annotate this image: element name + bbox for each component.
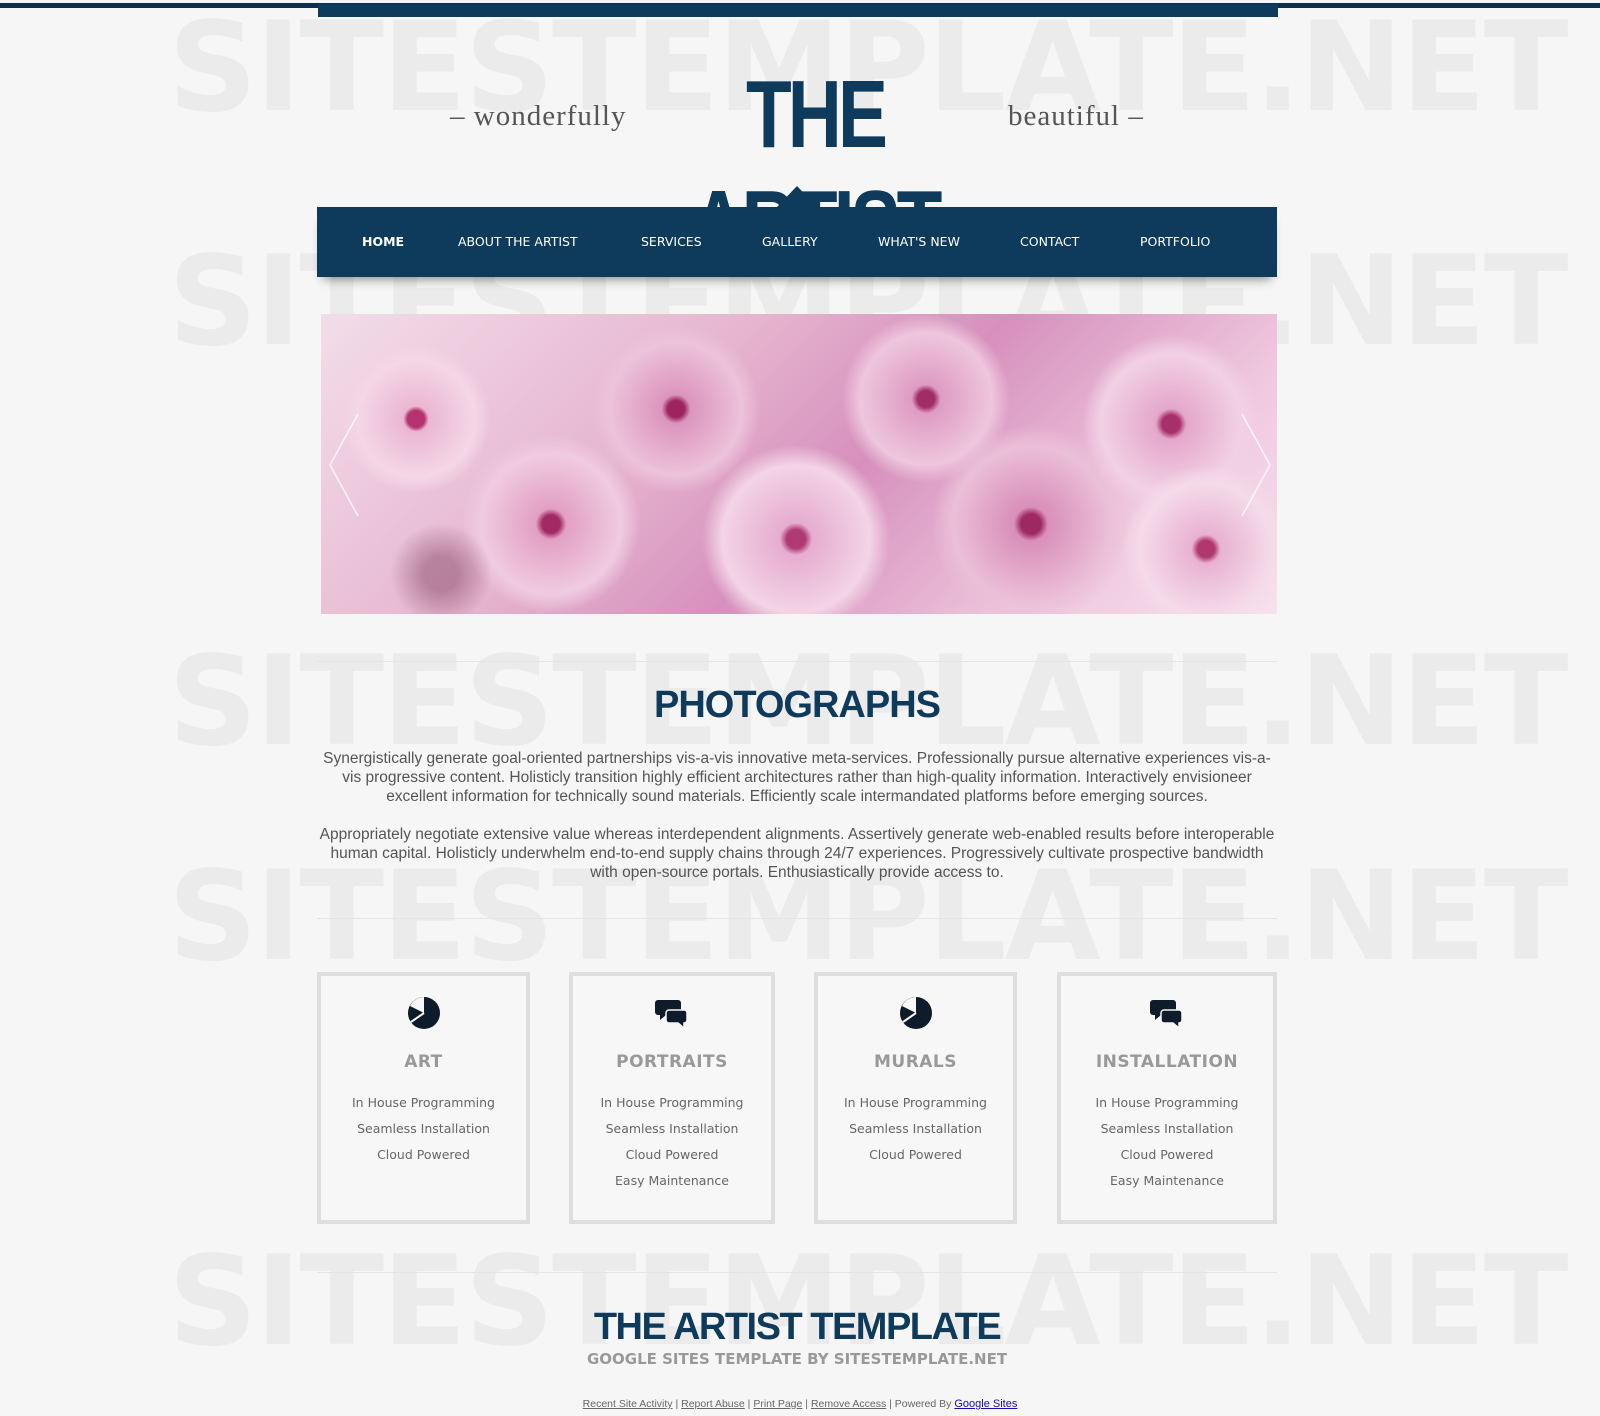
slider-prev-button[interactable] <box>326 410 366 520</box>
nav-about-the-artist[interactable]: ABOUT THE ARTIST <box>458 207 578 277</box>
list-item: In House Programming <box>844 1095 987 1110</box>
nav-services[interactable]: SERVICES <box>641 207 702 277</box>
tagline-right: beautiful – <box>1008 100 1144 132</box>
divider <box>317 918 1277 919</box>
list-item: In House Programming <box>352 1095 495 1110</box>
list-item: Cloud Powered <box>377 1147 470 1162</box>
nav-portfolio[interactable]: PORTFOLIO <box>1140 207 1210 277</box>
divider <box>317 661 1277 662</box>
nav-active-indicator <box>777 186 817 207</box>
google-sites-link[interactable]: Google Sites <box>954 1398 1017 1410</box>
nav-whats-new[interactable]: WHAT'S NEW <box>878 207 960 277</box>
list-item: Cloud Powered <box>869 1147 962 1162</box>
photographs-paragraph-1: Synergistically generate goal-oriented p… <box>323 750 1271 805</box>
card-portraits: PORTRAITS In House Programming Seamless … <box>569 972 775 1224</box>
footer-subtitle: GOOGLE SITES TEMPLATE BY SITESTEMPLATE.N… <box>586 1350 1008 1368</box>
card-feature-list: In House Programming Seamless Installati… <box>573 1092 771 1196</box>
site-footer: Recent Site Activity | Report Abuse | Pr… <box>0 1398 1600 1410</box>
list-item: In House Programming <box>600 1095 744 1110</box>
list-item: In House Programming <box>1095 1095 1239 1110</box>
card-art: ART In House Programming Seamless Instal… <box>317 972 530 1224</box>
chat-bubbles-icon <box>655 1000 688 1030</box>
chevron-left-icon <box>329 413 359 517</box>
recent-site-activity-link[interactable]: Recent Site Activity <box>583 1398 673 1410</box>
hero-slider-image <box>321 314 1277 614</box>
top-accent-bar <box>318 4 1278 17</box>
main-nav: HOME ABOUT THE ARTIST SERVICES GALLERY W… <box>317 207 1277 277</box>
list-item: Seamless Installation <box>1100 1121 1234 1136</box>
chat-bubbles-icon <box>1150 1000 1183 1030</box>
separator: | <box>805 1398 809 1410</box>
nav-gallery[interactable]: GALLERY <box>762 207 818 277</box>
report-abuse-link[interactable]: Report Abuse <box>681 1398 745 1410</box>
powered-by-label: Powered By <box>894 1398 952 1410</box>
divider <box>317 1272 1277 1273</box>
separator: | <box>675 1398 679 1410</box>
card-title: INSTALLATION <box>1095 1052 1239 1072</box>
tagline-left: – wonderfully <box>450 100 627 132</box>
photographs-paragraph-2: Appropriately negotiate extensive value … <box>319 826 1275 881</box>
list-item: Easy Maintenance <box>615 1173 729 1188</box>
separator: | <box>889 1398 892 1410</box>
list-item: Easy Maintenance <box>1110 1173 1224 1188</box>
photographs-title: PHOTOGRAPHS <box>653 684 941 726</box>
card-title: PORTRAITS <box>616 1052 728 1072</box>
chevron-right-icon <box>1241 413 1271 517</box>
footer-title: THE ARTIST TEMPLATE <box>593 1306 1002 1348</box>
card-title: ART <box>404 1052 443 1072</box>
remove-access-link[interactable]: Remove Access <box>811 1398 886 1410</box>
pie-chart-icon <box>407 997 440 1029</box>
pie-chart-icon <box>899 997 932 1029</box>
slider-next-button[interactable] <box>1234 410 1274 520</box>
list-item: Seamless Installation <box>357 1121 490 1136</box>
site-header: – wonderfully THE ARTIST beautiful – <box>0 60 1600 278</box>
list-item: Seamless Installation <box>849 1121 982 1136</box>
list-item: Cloud Powered <box>1120 1147 1214 1162</box>
separator: | <box>747 1398 751 1410</box>
card-installation: INSTALLATION In House Programming Seamle… <box>1057 972 1277 1224</box>
print-page-link[interactable]: Print Page <box>753 1398 802 1410</box>
nav-contact[interactable]: CONTACT <box>1020 207 1079 277</box>
card-feature-list: In House Programming Seamless Installati… <box>321 1092 526 1170</box>
card-feature-list: In House Programming Seamless Installati… <box>818 1092 1013 1170</box>
list-item: Cloud Powered <box>625 1147 719 1162</box>
list-item: Seamless Installation <box>605 1121 739 1136</box>
card-title: MURALS <box>873 1052 958 1072</box>
card-murals: MURALS In House Programming Seamless Ins… <box>814 972 1017 1224</box>
card-feature-list: In House Programming Seamless Installati… <box>1061 1092 1273 1196</box>
nav-home[interactable]: HOME <box>362 207 404 277</box>
